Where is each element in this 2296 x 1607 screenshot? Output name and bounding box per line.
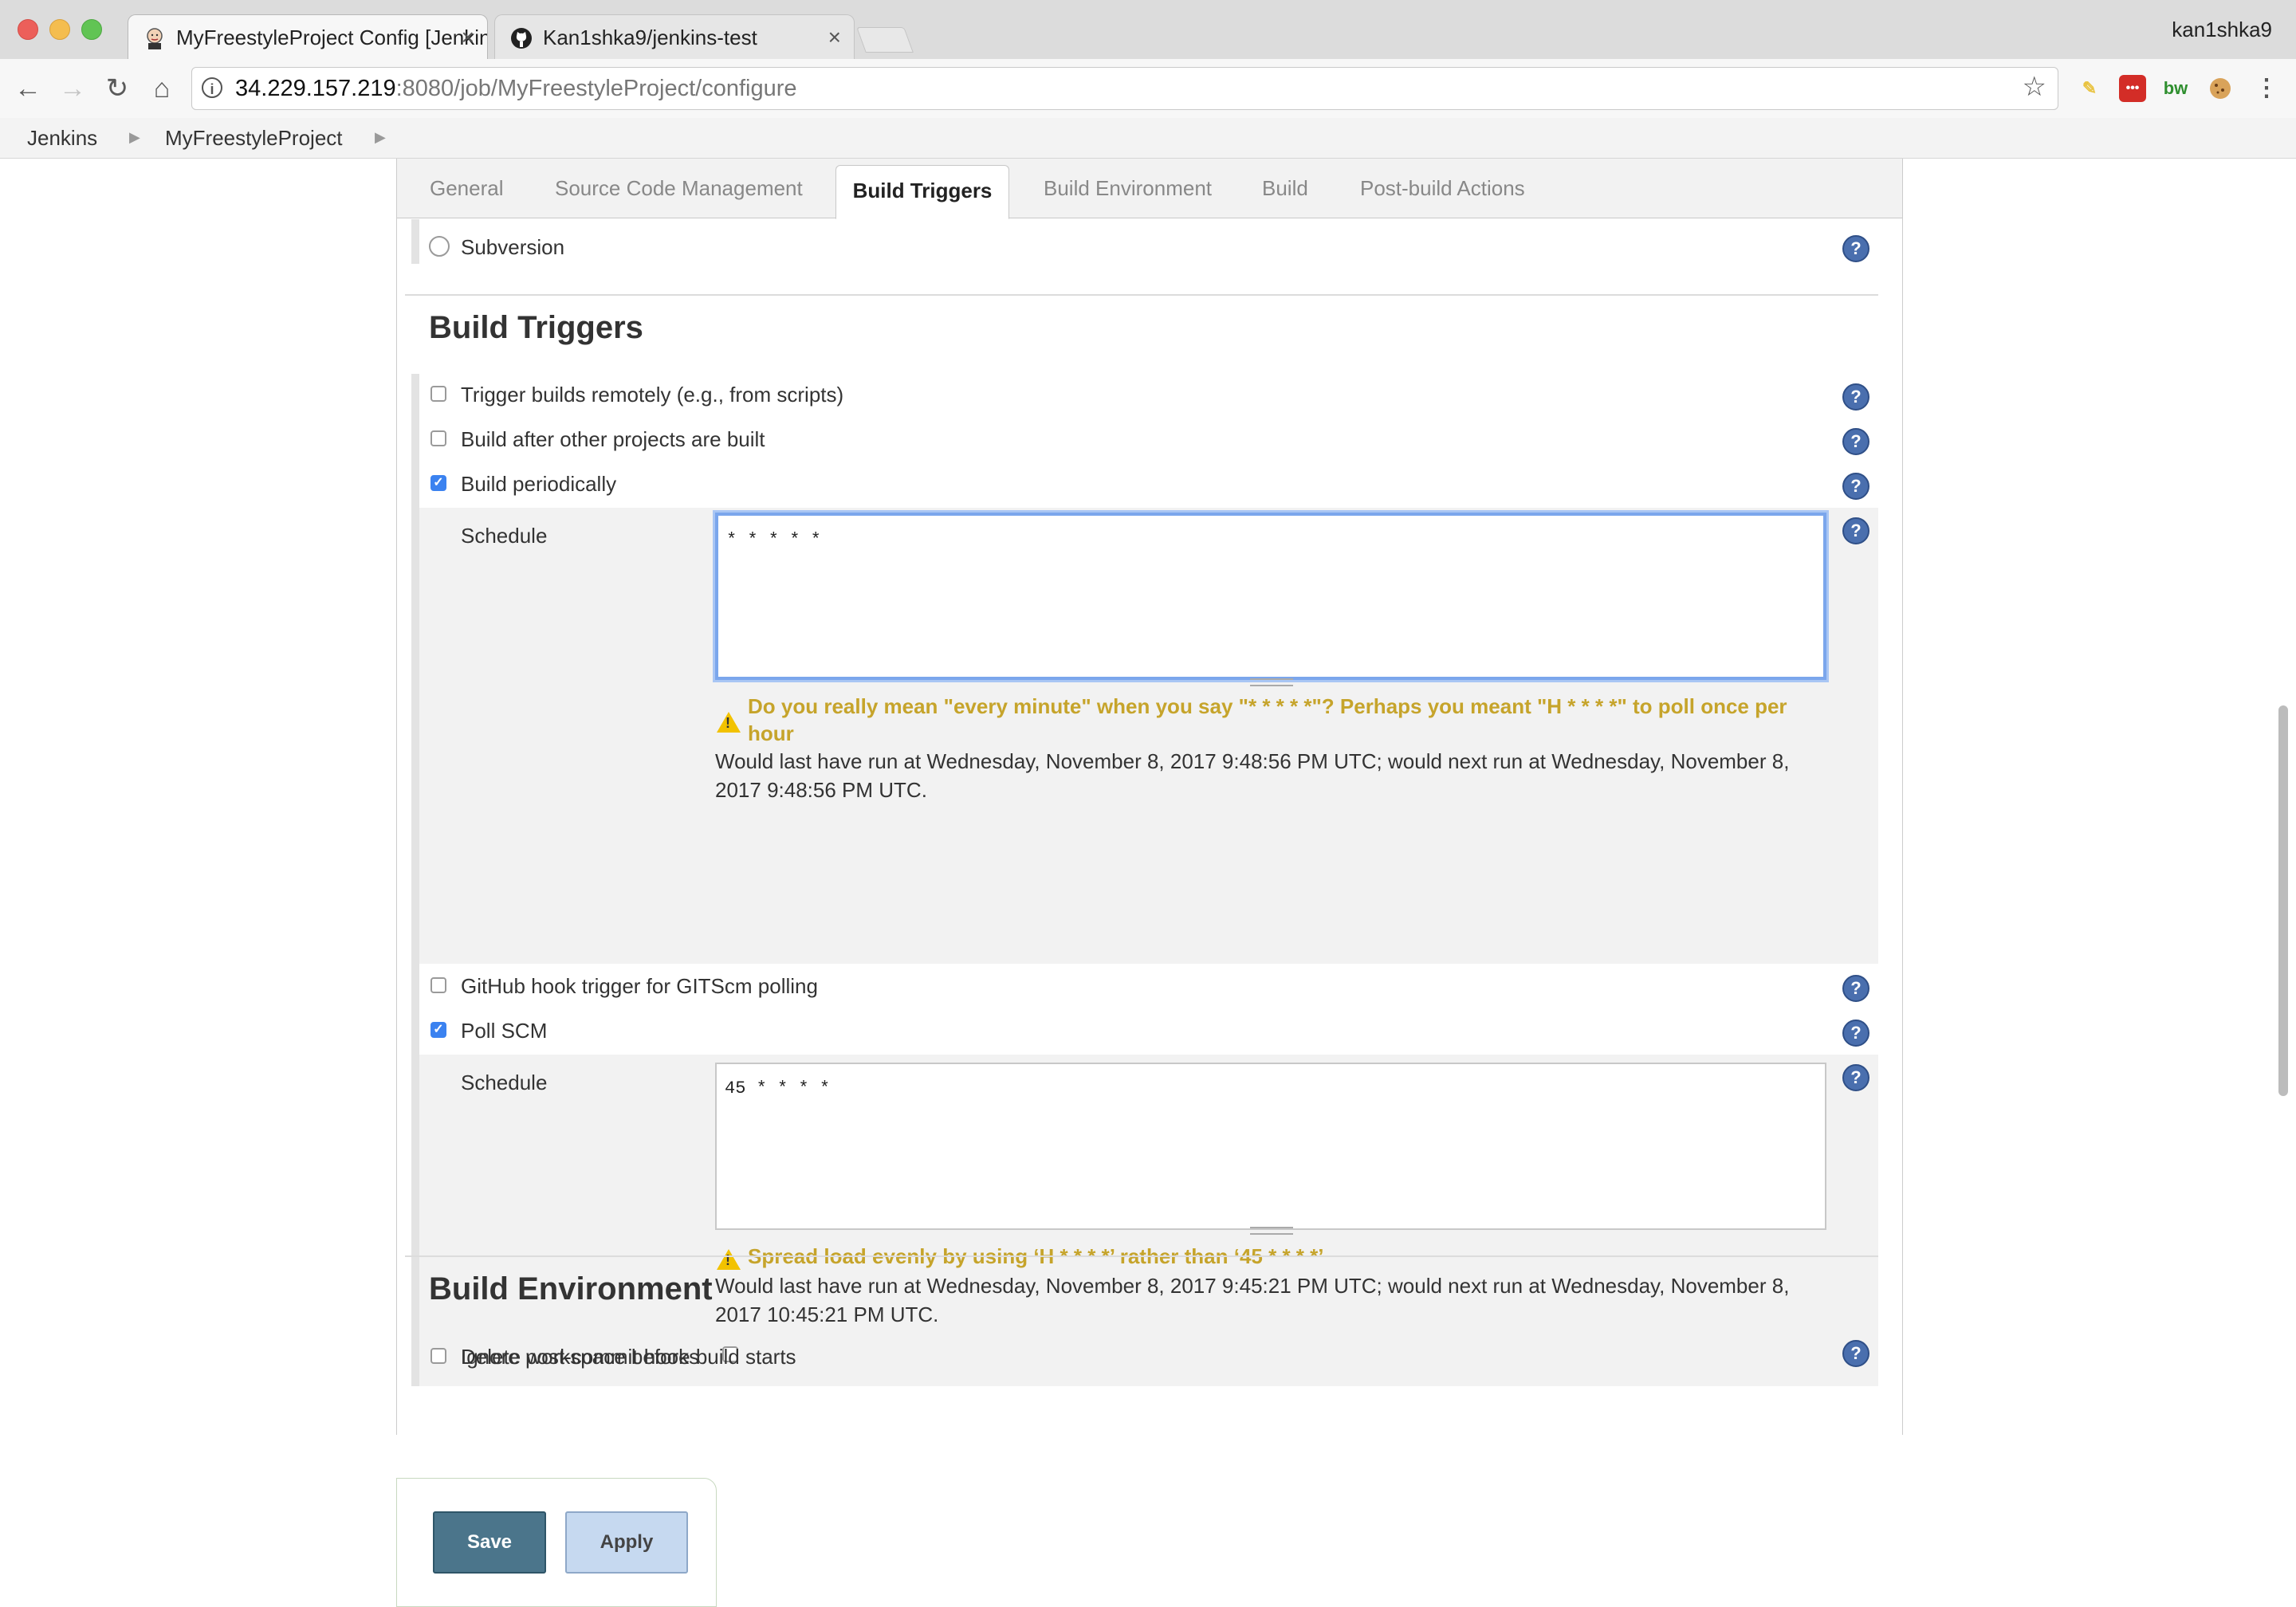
profile-name[interactable]: kan1shka9 xyxy=(2172,18,2272,42)
config-page: General Source Code Management Build Tri… xyxy=(0,159,2296,1607)
warning-icon: ! xyxy=(717,712,741,733)
delete-workspace-checkbox[interactable] xyxy=(431,1348,446,1364)
poll-scm-checkbox[interactable]: ✓ xyxy=(431,1022,446,1038)
build-periodically-checkbox[interactable]: ✓ xyxy=(431,475,446,491)
help-icon[interactable]: ? xyxy=(1842,1020,1869,1047)
warning-icon: ! xyxy=(717,1249,741,1270)
poll-scm-label: Poll SCM xyxy=(461,1019,548,1043)
back-arrow-icon[interactable]: ← xyxy=(11,72,45,105)
subversion-label: Subversion xyxy=(461,235,565,259)
tab-build-triggers[interactable]: Build Triggers xyxy=(835,165,1009,219)
build-periodically-label: Build periodically xyxy=(461,472,617,496)
breadcrumb-jenkins[interactable]: Jenkins xyxy=(27,126,97,151)
breadcrumb-project[interactable]: MyFreestyleProject xyxy=(165,126,343,151)
poll-scm-schedule-block: Schedule 45 * * * * ? ! Spread load even… xyxy=(419,1055,1878,1386)
forward-arrow-icon[interactable]: → xyxy=(56,72,89,105)
trigger-remotely-label: Trigger builds remotely (e.g., from scri… xyxy=(461,383,844,407)
periodic-schedule-block: Schedule * * * * * ? ! Do you really mea… xyxy=(419,508,1878,964)
section-divider xyxy=(405,294,1878,296)
periodic-warning-text: Do you really mean "every minute" when y… xyxy=(748,694,1787,745)
browser-titlebar: MyFreestyleProject Config [Jenkins] × Ka… xyxy=(0,0,2296,60)
tab-post-build-actions[interactable]: Post-build Actions xyxy=(1360,176,1525,201)
home-icon[interactable]: ⌂ xyxy=(145,72,179,105)
window-maximize-button[interactable] xyxy=(81,19,102,40)
poll-scm-schedule-textarea[interactable]: 45 * * * * xyxy=(715,1063,1826,1230)
help-icon[interactable]: ? xyxy=(1842,1340,1869,1367)
tab-build[interactable]: Build xyxy=(1262,176,1308,201)
github-hook-label: GitHub hook trigger for GITScm polling xyxy=(461,974,818,998)
close-tab-icon[interactable]: × xyxy=(828,15,841,60)
tab-title: MyFreestyleProject Config [Jenkins] xyxy=(176,26,488,49)
tab-title: Kan1shka9/jenkins-test xyxy=(543,26,757,49)
lastpass-icon[interactable]: ••• xyxy=(2119,75,2146,102)
github-hook-checkbox[interactable] xyxy=(431,977,446,993)
help-icon[interactable]: ? xyxy=(1842,473,1869,500)
address-bar-url[interactable]: 34.229.157.219:8080/job/MyFreestyleProje… xyxy=(235,76,797,102)
site-info-icon[interactable]: i xyxy=(202,77,222,98)
section-indent-bar xyxy=(411,374,419,1386)
browser-menu-icon[interactable]: ⋮ xyxy=(2253,75,2280,102)
build-after-other-label: Build after other projects are built xyxy=(461,427,765,451)
periodic-schedule-textarea[interactable]: * * * * * xyxy=(715,513,1826,680)
build-environment-title: Build Environment xyxy=(429,1271,713,1306)
window-close-button[interactable] xyxy=(18,19,38,40)
poll-scm-run-info: Would last have run at Wednesday, Novemb… xyxy=(715,1274,1790,1326)
help-icon[interactable]: ? xyxy=(1842,235,1869,262)
breadcrumb: Jenkins ▶ MyFreestyleProject ▶ xyxy=(0,118,2296,159)
save-button[interactable]: Save xyxy=(433,1511,546,1574)
schedule-label: Schedule xyxy=(461,524,548,548)
browser-tab-github[interactable]: Kan1shka9/jenkins-test × xyxy=(494,14,855,60)
save-apply-bar: Save Apply xyxy=(396,1478,717,1607)
help-icon[interactable]: ? xyxy=(1842,517,1869,544)
config-panel: General Source Code Management Build Tri… xyxy=(396,159,1903,1435)
address-bar[interactable]: i 34.229.157.219:8080/job/MyFreestylePro… xyxy=(191,67,2058,110)
close-tab-icon[interactable]: × xyxy=(462,15,474,60)
bitwarden-icon[interactable]: bw xyxy=(2162,75,2189,102)
tab-general[interactable]: General xyxy=(430,176,504,201)
browser-toolbar: ← → ↻ ⌂ i 34.229.157.219:8080/job/MyFree… xyxy=(0,59,2296,119)
window-minimize-button[interactable] xyxy=(49,19,70,40)
page-scrollbar[interactable] xyxy=(2278,705,2288,1096)
tab-build-environment[interactable]: Build Environment xyxy=(1044,176,1212,201)
schedule-label: Schedule xyxy=(461,1071,548,1094)
sticky-note-icon[interactable]: ✎ xyxy=(2076,75,2103,102)
textarea-resize-grip[interactable] xyxy=(1250,1227,1293,1235)
browser-tab-jenkins-config[interactable]: MyFreestyleProject Config [Jenkins] × xyxy=(128,14,488,60)
build-triggers-title: Build Triggers xyxy=(429,310,643,345)
trigger-remotely-checkbox[interactable] xyxy=(431,386,446,402)
apply-button[interactable]: Apply xyxy=(565,1511,688,1574)
section-indent-bar xyxy=(411,219,419,264)
delete-workspace-label: Delete workspace before build starts xyxy=(461,1345,796,1369)
new-tab-button[interactable] xyxy=(856,27,914,53)
tab-source-code-management[interactable]: Source Code Management xyxy=(555,176,803,201)
help-icon[interactable]: ? xyxy=(1842,383,1869,411)
chevron-right-icon[interactable]: ▶ xyxy=(375,129,386,146)
help-icon[interactable]: ? xyxy=(1842,428,1869,455)
help-icon[interactable]: ? xyxy=(1842,975,1869,1002)
chevron-right-icon[interactable]: ▶ xyxy=(129,129,140,146)
jenkins-butler-icon xyxy=(147,28,163,49)
textarea-resize-grip[interactable] xyxy=(1250,678,1293,686)
help-icon[interactable]: ? xyxy=(1842,1064,1869,1091)
build-after-other-checkbox[interactable] xyxy=(431,430,446,446)
cookie-icon[interactable] xyxy=(2207,75,2234,102)
config-tabbar: General Source Code Management Build Tri… xyxy=(397,159,1902,219)
github-octocat-icon xyxy=(511,28,532,49)
subversion-radio[interactable] xyxy=(429,236,450,257)
section-divider xyxy=(405,1255,1878,1257)
periodic-run-info: Would last have run at Wednesday, Novemb… xyxy=(715,749,1790,802)
reload-icon[interactable]: ↻ xyxy=(100,72,134,105)
bookmark-star-icon[interactable]: ☆ xyxy=(2023,71,2046,103)
